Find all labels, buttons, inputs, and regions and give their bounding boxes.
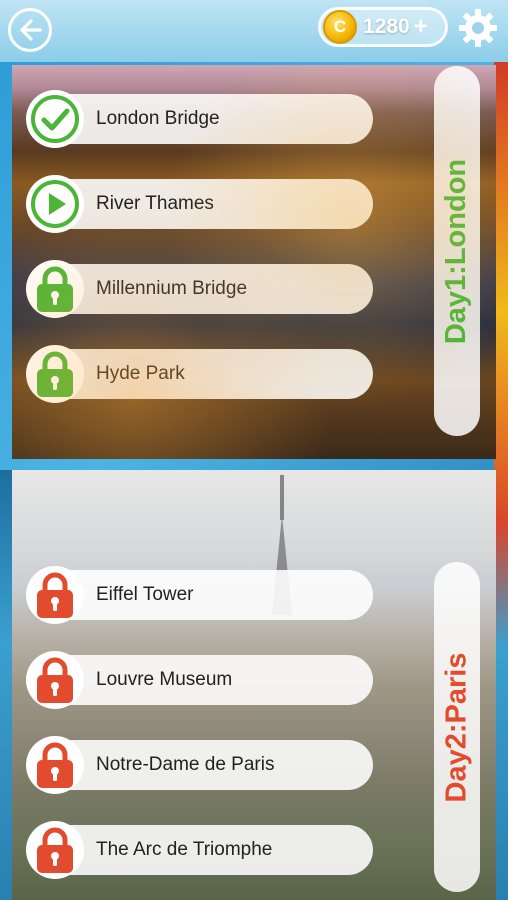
level-louvre-museum[interactable]: Louvre Museum [26, 651, 373, 709]
level-river-thames[interactable]: River Thames [26, 175, 373, 233]
arrow-left-icon [20, 19, 42, 41]
level-eiffel-tower[interactable]: Eiffel Tower [26, 566, 373, 624]
day-title-tab-paris: Day2:Paris [434, 562, 480, 892]
level-label: Millennium Bridge [96, 278, 248, 299]
level-label: Hyde Park [96, 363, 185, 384]
level-arc-de-triomphe[interactable]: The Arc de Triomphe [26, 821, 373, 879]
play-icon [26, 175, 84, 233]
coin-icon: C [323, 10, 357, 44]
level-hyde-park[interactable]: Hyde Park [26, 345, 373, 403]
level-label: Eiffel Tower [96, 584, 194, 605]
lock-icon [26, 736, 84, 794]
level-london-bridge[interactable]: London Bridge [26, 90, 373, 148]
level-label: River Thames [96, 193, 214, 214]
coin-balance[interactable]: C 1280 + [318, 7, 448, 47]
level-label: The Arc de Triomphe [96, 839, 273, 860]
day-panel-london: London Bridge River Thames Millennium Br… [12, 65, 496, 459]
lock-icon [26, 345, 84, 403]
background-strip-right [494, 60, 508, 900]
lock-icon [26, 566, 84, 624]
level-label: Notre-Dame de Paris [96, 754, 275, 775]
top-bar: C 1280 + [0, 0, 508, 62]
level-label: Louvre Museum [96, 669, 233, 690]
back-button[interactable] [8, 8, 52, 52]
add-coins-button[interactable]: + [414, 13, 428, 41]
day-title-tab-london: Day1:London [434, 66, 480, 436]
lock-icon [26, 651, 84, 709]
settings-button[interactable] [456, 6, 500, 50]
lock-icon [26, 260, 84, 318]
level-label: London Bridge [96, 108, 220, 129]
level-millennium-bridge[interactable]: Millennium Bridge [26, 260, 373, 318]
eiffel-tower-silhouette [280, 475, 284, 520]
coin-count: 1280 [363, 15, 410, 38]
check-icon [26, 90, 84, 148]
day-title: Day1:London [440, 158, 473, 344]
gear-icon [459, 9, 497, 47]
level-notre-dame-de-paris[interactable]: Notre-Dame de Paris [26, 736, 373, 794]
day-title: Day2:Paris [440, 652, 473, 802]
day-panel-paris: Eiffel Tower Louvre Museum Notre-Dame de… [12, 470, 496, 900]
lock-icon [26, 821, 84, 879]
